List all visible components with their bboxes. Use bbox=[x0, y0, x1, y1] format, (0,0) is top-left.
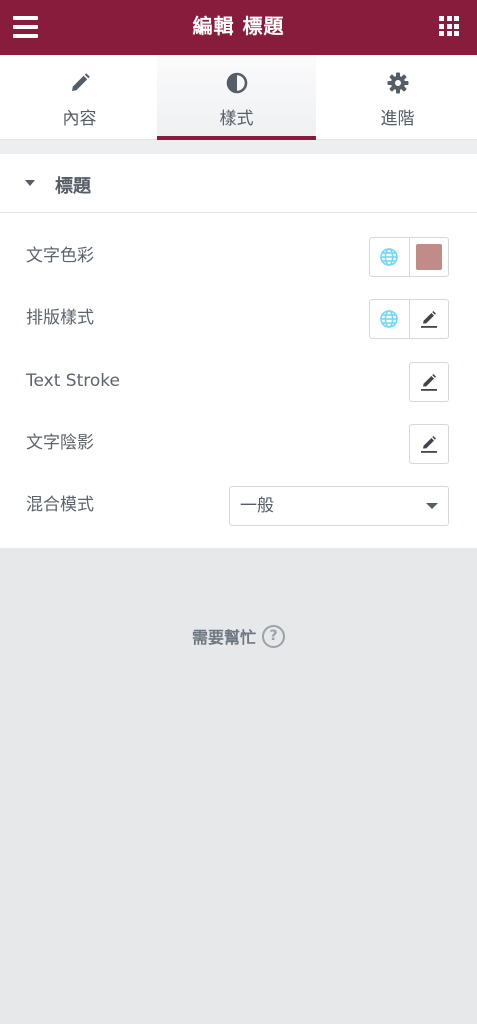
pencil-icon bbox=[421, 436, 437, 453]
text-shadow-edit-button[interactable] bbox=[410, 425, 449, 463]
need-help-label: 需要幫忙 bbox=[191, 628, 256, 647]
text-stroke-label: Text Stroke bbox=[26, 371, 120, 391]
tab-advanced[interactable]: 進階 bbox=[318, 55, 477, 140]
text-stroke-group bbox=[409, 362, 449, 402]
tab-bar: 內容 樣式 進階 bbox=[0, 55, 477, 140]
tab-content[interactable]: 內容 bbox=[0, 55, 159, 140]
control-typography: 排版樣式 bbox=[0, 287, 477, 349]
half-circle-icon bbox=[226, 72, 247, 94]
control-blend-mode: 混合模式 一般 bbox=[0, 474, 477, 536]
color-picker-button[interactable] bbox=[409, 238, 448, 276]
panel-title: 編輯 標題 bbox=[192, 14, 285, 38]
control-text-color: 文字色彩 bbox=[0, 225, 477, 287]
text-stroke-edit-button[interactable] bbox=[410, 363, 449, 401]
need-help-link[interactable]: 需要幫忙? bbox=[0, 624, 477, 650]
color-swatch bbox=[416, 244, 442, 270]
blend-mode-value: 一般 bbox=[240, 496, 274, 516]
typography-group bbox=[369, 299, 449, 339]
tab-style[interactable]: 樣式 bbox=[157, 55, 316, 140]
global-colors-button[interactable] bbox=[370, 238, 409, 276]
pencil-icon bbox=[421, 374, 437, 391]
text-shadow-group bbox=[409, 424, 449, 464]
section-gap bbox=[0, 140, 477, 154]
text-color-label: 文字色彩 bbox=[26, 246, 94, 266]
section-toggle-heading[interactable]: 標題 bbox=[0, 154, 477, 213]
text-color-group bbox=[369, 237, 449, 277]
tab-style-label: 樣式 bbox=[219, 109, 254, 129]
dropdown-arrow-icon bbox=[426, 503, 438, 509]
globe-icon bbox=[380, 310, 398, 328]
control-text-shadow: 文字陰影 bbox=[0, 412, 477, 474]
blend-mode-label: 混合模式 bbox=[26, 495, 94, 515]
globe-icon bbox=[380, 248, 398, 266]
blend-mode-select[interactable]: 一般 bbox=[229, 486, 449, 526]
tab-advanced-label: 進階 bbox=[380, 109, 415, 129]
text-shadow-label: 文字陰影 bbox=[26, 433, 94, 453]
caret-down-icon bbox=[25, 180, 35, 186]
style-panel: 標題 文字色彩 排版樣式 Text Stroke 文字陰影 混合模式 一般 bbox=[0, 154, 477, 548]
section-title: 標題 bbox=[55, 176, 91, 197]
global-typography-button[interactable] bbox=[370, 300, 409, 338]
grid-icon[interactable] bbox=[439, 16, 459, 36]
pencil-icon bbox=[421, 311, 437, 328]
control-text-stroke: Text Stroke bbox=[0, 350, 477, 412]
gear-icon bbox=[387, 72, 408, 94]
top-bar: 編輯 標題 bbox=[0, 0, 477, 55]
tab-content-label: 內容 bbox=[62, 109, 97, 129]
typography-edit-button[interactable] bbox=[409, 300, 448, 338]
question-circle-icon: ? bbox=[262, 624, 285, 648]
typography-label: 排版樣式 bbox=[26, 308, 94, 328]
pencil-icon bbox=[71, 73, 90, 91]
